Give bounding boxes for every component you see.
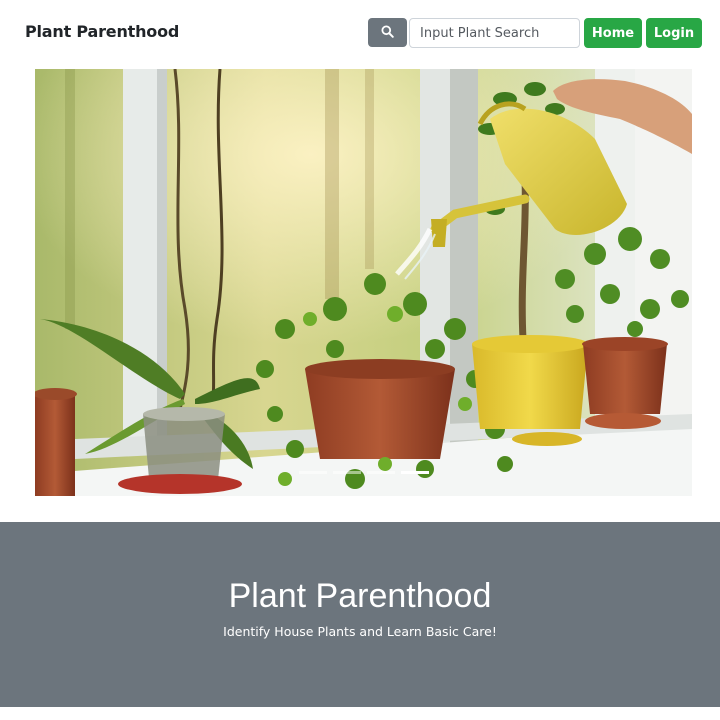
carousel-indicator[interactable]	[298, 471, 327, 474]
search-input[interactable]	[409, 18, 580, 48]
carousel-indicator[interactable]	[332, 471, 361, 474]
search-button[interactable]	[368, 18, 407, 47]
hero-section: Plant Parenthood Identify House Plants a…	[0, 522, 720, 707]
search-icon	[381, 24, 394, 41]
login-button[interactable]: Login	[646, 18, 702, 48]
carousel-indicators	[35, 471, 692, 474]
carousel-indicator-active[interactable]	[400, 471, 429, 474]
navbar: Plant Parenthood Home Login	[0, 0, 720, 66]
brand-link[interactable]: Plant Parenthood	[25, 22, 179, 41]
image-carousel[interactable]	[35, 69, 692, 496]
carousel-slide-image	[35, 69, 692, 496]
hero-subtitle: Identify House Plants and Learn Basic Ca…	[223, 624, 497, 639]
carousel-indicator[interactable]	[366, 471, 395, 474]
home-button[interactable]: Home	[584, 18, 642, 48]
hero-title: Plant Parenthood	[228, 577, 492, 615]
